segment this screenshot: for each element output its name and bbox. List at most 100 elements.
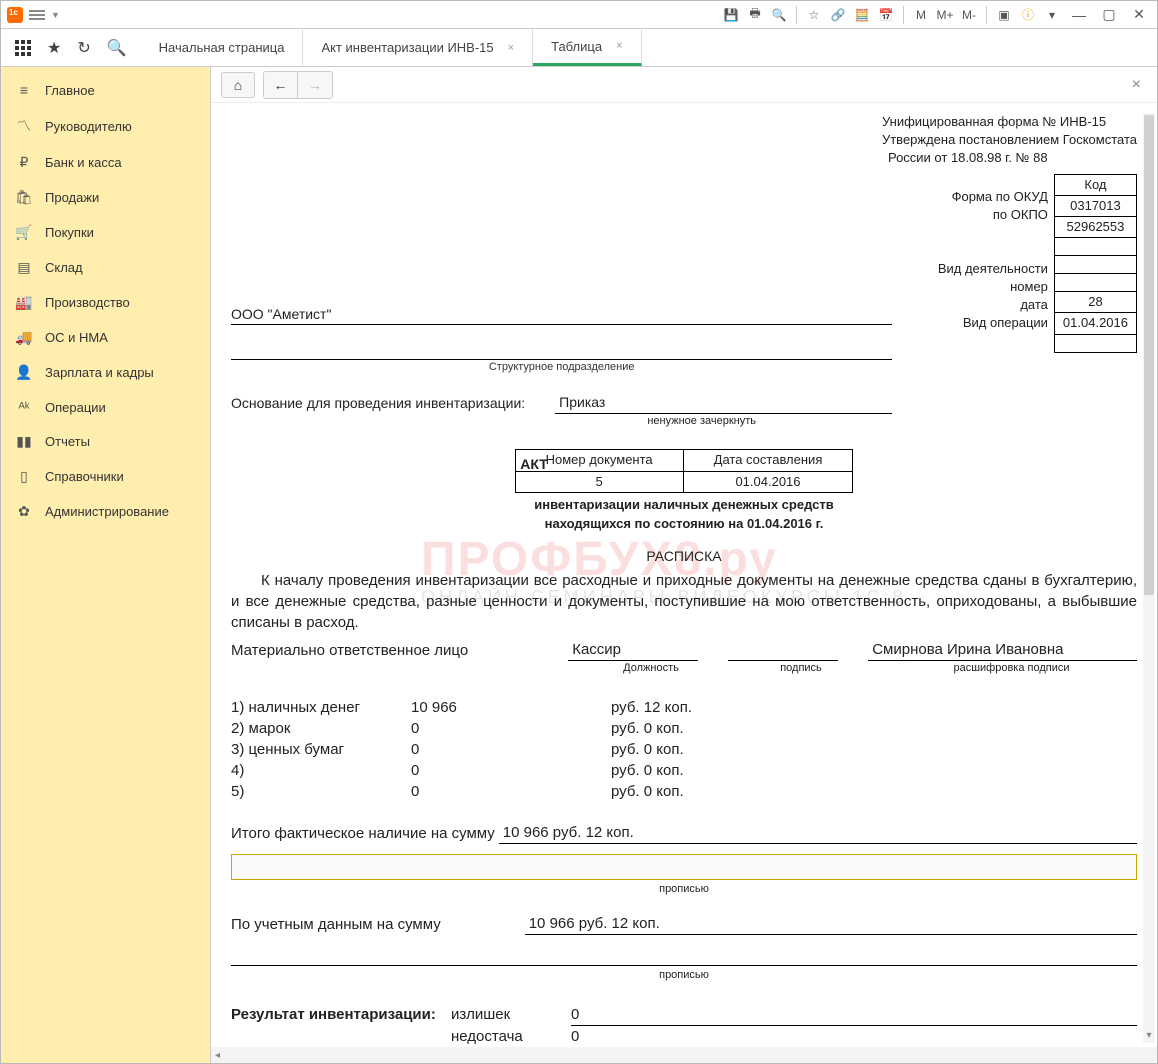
tab-inv15[interactable]: Акт инвентаризации ИНВ-15×: [303, 29, 533, 66]
truck-icon: 🚚: [15, 329, 33, 346]
position: Кассир: [568, 639, 698, 661]
m-minus-icon[interactable]: M-: [960, 6, 978, 24]
form-header-1: Унифицированная форма № ИНВ-15: [882, 113, 1137, 131]
titlebar: ▼ 💾 🖶 🔍 ☆ 🔗 🧮 📅 M M+ M- ▣ ⓘ ▾ — ▢ ✕: [1, 1, 1157, 29]
sidebar-item-directories[interactable]: ▯Справочники: [1, 459, 210, 494]
sidebar-item-bank[interactable]: ₽Банк и касса: [1, 145, 210, 180]
sidebar-item-reports[interactable]: ▮▮Отчеты: [1, 424, 210, 459]
raspiska-text: К началу проведения инвентаризации все р…: [231, 570, 1137, 633]
content-toolbar: ⌂ ← → ×: [211, 67, 1157, 103]
scroll-down-icon[interactable]: ▾: [1143, 1030, 1155, 1041]
sidebar-item-warehouse[interactable]: ▤Склад: [1, 250, 210, 285]
favorite-icon[interactable]: ☆: [805, 6, 823, 24]
book-icon: ▯: [15, 468, 33, 485]
vertical-scrollbar[interactable]: ▾: [1143, 113, 1155, 1043]
sidebar-item-purchases[interactable]: 🛒Покупки: [1, 215, 210, 250]
sidebar-item-assets[interactable]: 🚚ОС и НМА: [1, 320, 210, 355]
result-shortage-row: недостача 0: [231, 1026, 1137, 1047]
close-panel-button[interactable]: ×: [1126, 76, 1147, 94]
okpo-value: 52962553: [1054, 216, 1136, 237]
okpo-label: по ОКПО: [938, 206, 1048, 224]
okud-value: 0317013: [1054, 195, 1136, 216]
struct-label: Структурное подразделение: [231, 360, 892, 375]
form-header-3: России от 18.08.98 г. № 88: [882, 149, 1137, 167]
preview-icon[interactable]: 🔍: [770, 6, 788, 24]
calc-icon[interactable]: 🧮: [853, 6, 871, 24]
info-dropdown-icon[interactable]: ▾: [1043, 6, 1061, 24]
star-icon[interactable]: ★: [47, 38, 61, 58]
ruble-icon: ₽: [15, 154, 33, 171]
number-value: 28: [1054, 292, 1136, 313]
minimize-button[interactable]: —: [1067, 5, 1091, 25]
document-inv15: Унифицированная форма № ИНВ-15 Утвержден…: [231, 113, 1137, 1047]
total-value: 10 966 руб. 12 коп.: [499, 822, 1137, 844]
forward-button[interactable]: →: [298, 72, 332, 98]
document-scroll[interactable]: Унифицированная форма № ИНВ-15 Утвержден…: [211, 103, 1157, 1047]
sidebar-item-admin[interactable]: ✿Администрирование: [1, 494, 210, 529]
akt-sub2: находящихся по состоянию на 01.04.2016 г…: [231, 515, 1137, 533]
barchart-icon: ▮▮: [15, 433, 33, 450]
struct-underline: [231, 349, 892, 360]
number-label: номер: [938, 278, 1048, 296]
tab-label: Таблица: [551, 39, 602, 54]
akt-table: Номер документаДата составления 501.04.2…: [515, 449, 854, 492]
gear-icon: ✿: [15, 503, 33, 520]
sidebar-item-salary[interactable]: 👤Зарплата и кадры: [1, 355, 210, 390]
tab-close-icon[interactable]: ×: [508, 42, 514, 54]
basis-row: Основание для проведения инвентаризации:…: [231, 393, 892, 414]
person-icon: 👤: [15, 364, 33, 381]
chart-icon: 〽: [15, 116, 33, 136]
dropdown-arrow-icon[interactable]: ▼: [51, 10, 60, 20]
save-icon[interactable]: 💾: [722, 6, 740, 24]
tabs: Начальная страница Акт инвентаризации ИН…: [141, 29, 642, 66]
tab-home[interactable]: Начальная страница: [141, 29, 304, 66]
date-label: дата: [938, 296, 1048, 314]
boxes-icon: ▤: [15, 259, 33, 276]
date-value: 01.04.2016: [1054, 313, 1136, 334]
okud-label: Форма по ОКУД: [938, 188, 1048, 206]
form-header-2: Утверждена постановлением Госкомстата: [882, 131, 1137, 149]
app-window: ▼ 💾 🖶 🔍 ☆ 🔗 🧮 📅 M M+ M- ▣ ⓘ ▾ — ▢ ✕ ★: [0, 0, 1158, 1064]
tab-table[interactable]: Таблица ×: [533, 29, 641, 66]
sidebar-item-operations[interactable]: ᴬᵏОперации: [1, 390, 210, 424]
apps-icon[interactable]: [15, 40, 31, 56]
info-icon[interactable]: ⓘ: [1019, 6, 1037, 24]
panels-icon[interactable]: ▣: [995, 6, 1013, 24]
tab-label: Начальная страница: [159, 40, 285, 55]
history-icon[interactable]: ↻: [77, 38, 90, 58]
optype-label: Вид операции: [938, 314, 1048, 332]
sidebar-item-sales[interactable]: 🛍Продажи: [1, 180, 210, 215]
total-row: Итого фактическое наличие на сумму 10 96…: [231, 822, 1137, 844]
back-button[interactable]: ←: [264, 72, 298, 98]
selection-band[interactable]: [231, 854, 1137, 880]
raspiska-title: РАСПИСКА: [231, 547, 1137, 567]
ops-icon: ᴬᵏ: [15, 399, 33, 415]
basis-label: Основание для проведения инвентаризации:: [231, 394, 525, 414]
horizontal-scrollbar[interactable]: ◂: [211, 1047, 1157, 1063]
sidebar-item-manager[interactable]: 〽Руководителю: [1, 107, 210, 145]
print-icon[interactable]: 🖶: [746, 6, 764, 24]
hamburger-icon[interactable]: [29, 7, 45, 23]
calendar-icon[interactable]: 📅: [877, 6, 895, 24]
m-icon[interactable]: M: [912, 6, 930, 24]
m-plus-icon[interactable]: M+: [936, 6, 954, 24]
home-button[interactable]: ⌂: [221, 72, 255, 98]
basis-value: Приказ: [555, 393, 892, 414]
org-row: ООО "Аметист": [231, 305, 892, 326]
scroll-thumb[interactable]: [1144, 115, 1154, 595]
account-row: По учетным данным на сумму 10 966 руб. 1…: [231, 913, 1137, 935]
close-window-button[interactable]: ✕: [1127, 5, 1151, 25]
toolbar-row: ★ ↻ 🔍 Начальная страница Акт инвентариза…: [1, 29, 1157, 67]
sidebar-item-main[interactable]: ≡Главное: [1, 73, 210, 107]
sidebar-item-production[interactable]: 🏭Производство: [1, 285, 210, 320]
search-icon[interactable]: 🔍: [107, 38, 127, 58]
basis-note: ненужное зачеркнуть: [231, 414, 892, 429]
shortage-value: 0: [571, 1026, 1137, 1047]
activity-label: Вид деятельности: [938, 260, 1048, 278]
result-surplus-row: Результат инвентаризации: излишек 0: [231, 1004, 1137, 1026]
tab-close-icon[interactable]: ×: [616, 40, 622, 52]
fio: Смирнова Ирина Ивановна: [868, 639, 1137, 661]
link-icon[interactable]: 🔗: [829, 6, 847, 24]
account-value: 10 966 руб. 12 коп.: [525, 913, 1137, 935]
maximize-button[interactable]: ▢: [1097, 5, 1121, 25]
